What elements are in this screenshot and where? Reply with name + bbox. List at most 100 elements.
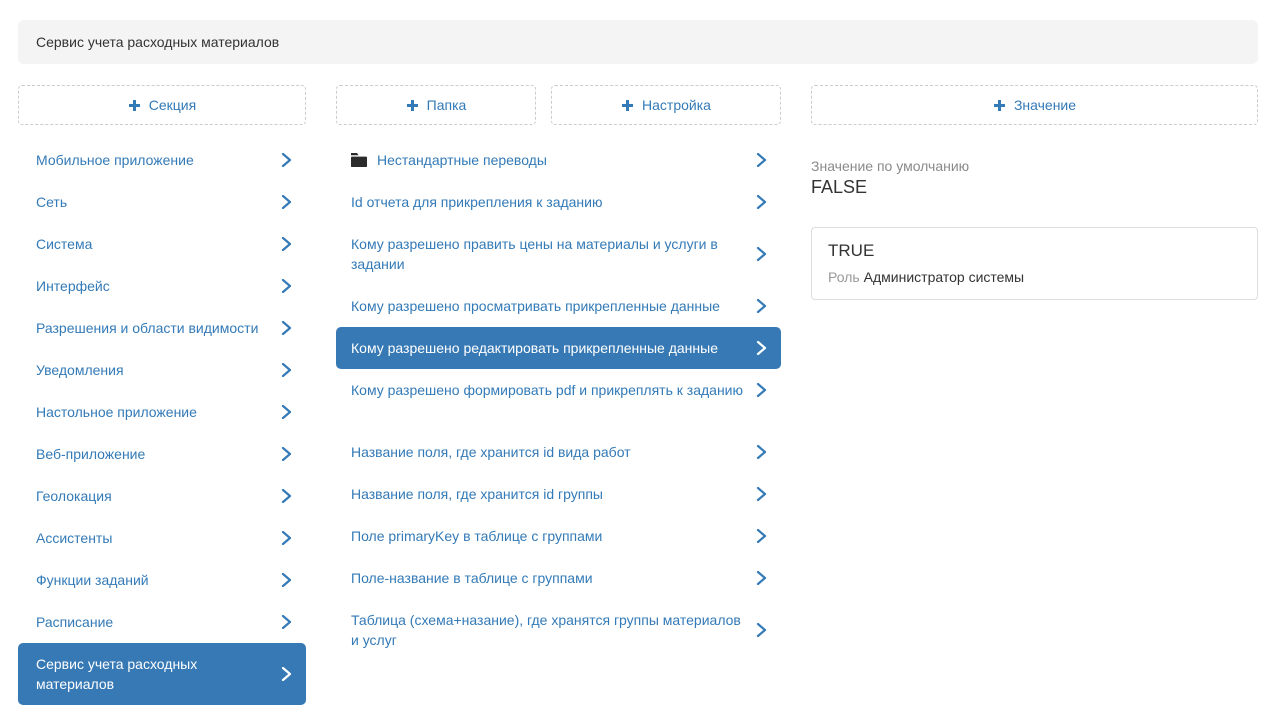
sidebar-section-item[interactable]: Уведомления [18, 349, 306, 391]
chevron-right-icon [280, 667, 292, 681]
add-value-button[interactable]: Значение [811, 85, 1258, 125]
setting-label: Поле-название в таблице с группами [351, 557, 745, 599]
chevron-right-icon [280, 321, 292, 335]
sidebar-section-item[interactable]: Мобильное приложение [18, 139, 306, 181]
columns: Секция Мобильное приложение Сеть [18, 85, 1258, 705]
section-label: Расписание [36, 601, 270, 643]
chevron-right-icon [280, 489, 292, 503]
sections-column: Секция Мобильное приложение Сеть [18, 85, 306, 705]
section-label: Веб-приложение [36, 433, 270, 475]
setting-item[interactable]: Id отчета для прикрепления к заданию [336, 181, 781, 223]
add-setting-label: Настройка [642, 97, 711, 113]
role-value: Администратор системы [864, 269, 1024, 285]
chevron-right-icon [280, 573, 292, 587]
setting-label: Кому разрешено редактировать прикрепленн… [351, 327, 745, 369]
sidebar-section-item[interactable]: Система [18, 223, 306, 265]
sidebar-section-item[interactable]: Ассистенты [18, 517, 306, 559]
sidebar-section-item[interactable]: Интерфейс [18, 265, 306, 307]
sidebar-section-item[interactable]: Расписание [18, 601, 306, 643]
setting-item[interactable]: Кому разрешено редактировать прикрепленн… [336, 327, 781, 369]
setting-item[interactable]: Кому разрешено править цены на материалы… [336, 223, 781, 285]
sidebar-section-item[interactable]: Сеть [18, 181, 306, 223]
chevron-right-icon [755, 383, 767, 397]
plus-icon [993, 99, 1006, 112]
setting-label: Кому разрешено формировать pdf и прикреп… [351, 369, 745, 411]
section-label: Сервис учета расходных материалов [36, 643, 270, 705]
setting-item[interactable]: Нестандартные переводы [336, 139, 781, 181]
value-entries: TRUE РольАдминистратор системы [811, 227, 1258, 300]
setting-label: Id отчета для прикрепления к заданию [351, 181, 745, 223]
chevron-right-icon [280, 405, 292, 419]
chevron-right-icon [755, 153, 767, 167]
add-folder-label: Папка [427, 97, 467, 113]
default-value: FALSE [811, 177, 1258, 198]
setting-item[interactable]: Поле-название в таблице с группами [336, 557, 781, 599]
setting-label: Название поля, где хранится id группы [351, 473, 745, 515]
chevron-right-icon [755, 623, 767, 637]
sidebar-section-item[interactable]: Веб-приложение [18, 433, 306, 475]
section-label: Мобильное приложение [36, 139, 270, 181]
sidebar-section-item[interactable]: Геолокация [18, 475, 306, 517]
chevron-right-icon [280, 363, 292, 377]
chevron-right-icon [280, 279, 292, 293]
setting-item[interactable]: Кому разрешено формировать pdf и прикреп… [336, 369, 781, 411]
chevron-right-icon [755, 341, 767, 355]
add-folder-button[interactable]: Папка [336, 85, 536, 125]
add-section-label: Секция [149, 97, 196, 113]
section-label: Уведомления [36, 349, 270, 391]
chevron-right-icon [755, 299, 767, 313]
chevron-right-icon [755, 487, 767, 501]
chevron-right-icon [280, 615, 292, 629]
settings-page: Сервис учета расходных материалов Секция… [0, 0, 1277, 705]
add-value-label: Значение [1014, 97, 1076, 113]
chevron-right-icon [755, 571, 767, 585]
sidebar-section-item[interactable]: Функции заданий [18, 559, 306, 601]
sections-list: Мобильное приложение Сеть Систем [18, 139, 306, 705]
section-label: Ассистенты [36, 517, 270, 559]
section-label: Функции заданий [36, 559, 270, 601]
default-value-label: Значение по умолчанию [811, 158, 1258, 174]
setting-label: Поле primaryKey в таблице с группами [351, 515, 745, 557]
setting-label: Кому разрешено просматривать прикрепленн… [351, 285, 745, 327]
sidebar-section-item[interactable]: Настольное приложение [18, 391, 306, 433]
setting-item[interactable]: Кому разрешено просматривать прикрепленн… [336, 285, 781, 327]
setting-label: Нестандартные переводы [377, 139, 745, 181]
chevron-right-icon [280, 195, 292, 209]
plus-icon [621, 99, 634, 112]
setting-label: Таблица (схема+назание), где хранятся гр… [351, 599, 745, 661]
settings-toolbar: Папка Настройка [336, 85, 781, 125]
chevron-right-icon [280, 531, 292, 545]
sidebar-section-item[interactable]: Разрешения и области видимости [18, 307, 306, 349]
setting-label: Кому разрешено править цены на материалы… [351, 223, 745, 285]
section-label: Система [36, 223, 270, 265]
sidebar-section-item[interactable]: Сервис учета расходных материалов [18, 643, 306, 705]
setting-item[interactable]: Таблица (схема+назание), где хранятся гр… [336, 599, 781, 661]
chevron-right-icon [280, 153, 292, 167]
chevron-right-icon [755, 529, 767, 543]
section-label: Интерфейс [36, 265, 270, 307]
settings-list: Нестандартные переводы Id отчета для при… [336, 139, 781, 661]
breadcrumb-bar: Сервис учета расходных материалов [18, 20, 1258, 64]
value-card[interactable]: TRUE РольАдминистратор системы [811, 227, 1258, 300]
add-setting-button[interactable]: Настройка [551, 85, 781, 125]
page-title: Сервис учета расходных материалов [36, 34, 279, 50]
role-label: Роль [828, 269, 860, 285]
setting-item[interactable]: Название поля, где хранится id группы [336, 473, 781, 515]
setting-item[interactable]: Поле primaryKey в таблице с группами [336, 515, 781, 557]
plus-icon [406, 99, 419, 112]
setting-label: Название поля, где хранится id вида рабо… [351, 431, 745, 473]
value-text: TRUE [828, 241, 1241, 261]
folder-icon [351, 153, 367, 167]
value-role: РольАдминистратор системы [828, 269, 1241, 285]
settings-column: Папка Настройка Нестандартные переводы [336, 85, 781, 661]
values-column: Значение Значение по умолчанию FALSE TRU… [811, 85, 1258, 300]
section-label: Разрешения и области видимости [36, 307, 270, 349]
chevron-right-icon [280, 237, 292, 251]
section-label: Сеть [36, 181, 270, 223]
chevron-right-icon [755, 445, 767, 459]
plus-icon [128, 99, 141, 112]
section-label: Геолокация [36, 475, 270, 517]
chevron-right-icon [755, 247, 767, 261]
add-section-button[interactable]: Секция [18, 85, 306, 125]
setting-item[interactable]: Название поля, где хранится id вида рабо… [336, 431, 781, 473]
